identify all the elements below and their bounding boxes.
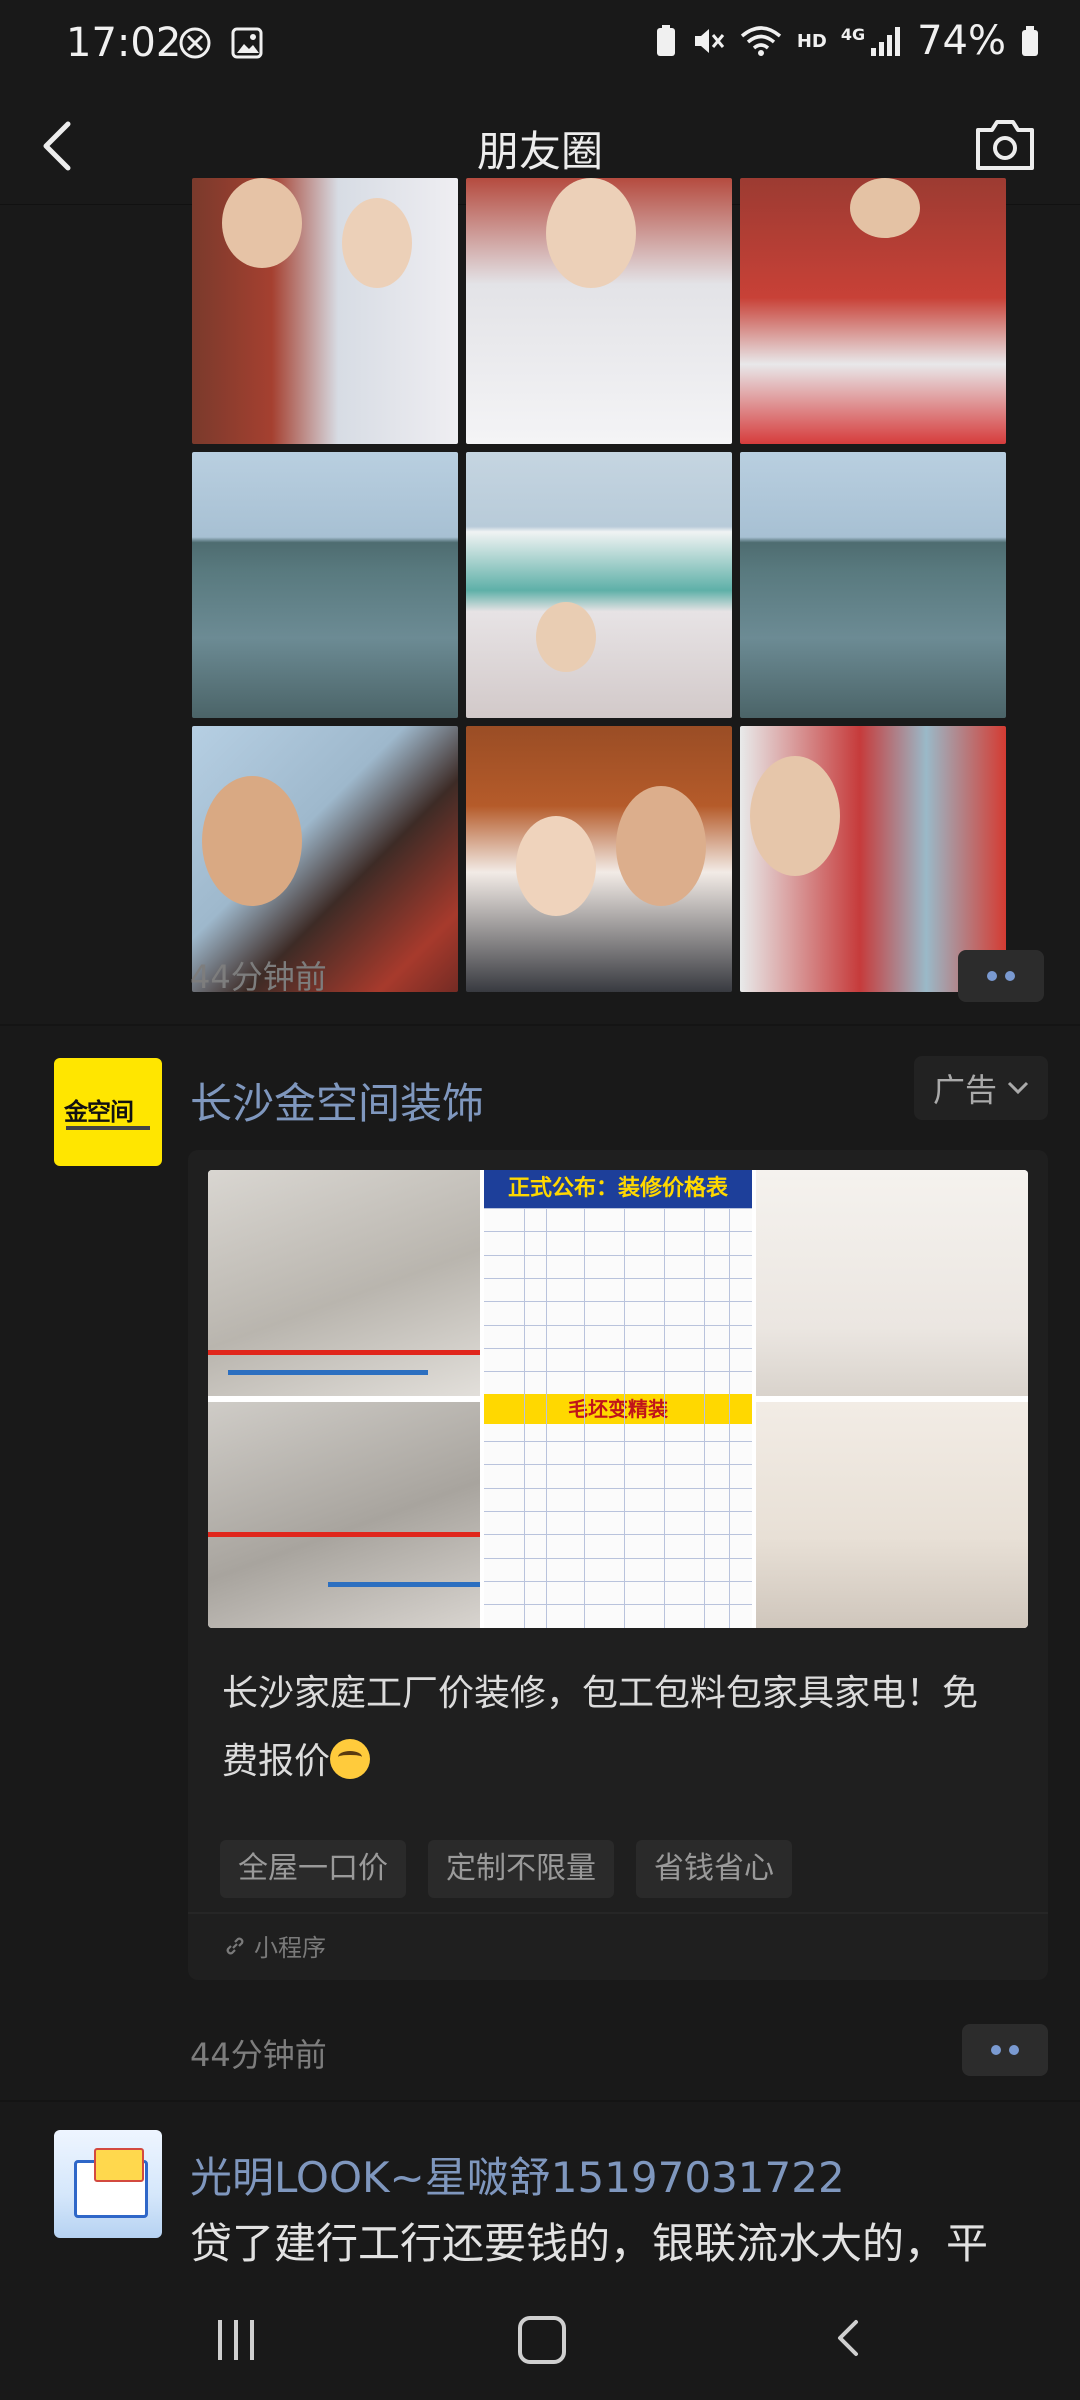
post-timestamp: 44分钟前 [190, 958, 327, 996]
post-author-name[interactable]: 光明LOOK~星啵舒15197031722 [190, 2144, 845, 2205]
moments-feed[interactable]: 44分钟前 金空间 长沙金空间装饰 广告 正式公布：装修价格表 毛坯变精装 长沙… [0, 178, 1080, 2204]
dot-icon [1005, 971, 1015, 981]
recent-apps-icon[interactable] [218, 2320, 266, 2360]
ad-description: 长沙家庭工厂价装修，包工包料包家具家电！免费报价 [222, 1660, 1012, 1796]
post-divider [0, 2100, 1080, 2102]
ad-label-button[interactable]: 广告 [914, 1056, 1048, 1120]
bar-icon [250, 2320, 254, 2360]
dot-icon [991, 2045, 1001, 2055]
pipe-line [208, 1350, 480, 1355]
more-options-button[interactable] [958, 950, 1044, 1002]
price-table: 正式公布：装修价格表 毛坯变精装 [484, 1170, 752, 1628]
network-4g-label: 4G [840, 24, 866, 44]
back-icon[interactable] [832, 2318, 862, 2358]
ad-card[interactable]: 正式公布：装修价格表 毛坯变精装 长沙家庭工厂价装修，包工包料包家具家电！免费报… [188, 1150, 1048, 1980]
battery-percent: 74% [917, 18, 1006, 64]
ad-account-name[interactable]: 长沙金空间装饰 [190, 1070, 484, 1131]
photo-thumbnail[interactable] [466, 726, 732, 992]
interior-photo [756, 1402, 1028, 1628]
price-table-title: 正式公布：装修价格表 [484, 1170, 752, 1208]
photo-thumbnail[interactable] [466, 452, 732, 718]
table-grid-line [729, 1208, 730, 1628]
wifi-icon [740, 26, 781, 56]
camera-icon[interactable] [974, 116, 1036, 174]
status-time: 17:02 [66, 20, 182, 66]
ad-tag-chip[interactable]: 全屋一口价 [220, 1840, 406, 1898]
renovation-photo [208, 1402, 480, 1628]
renovation-photo [208, 1170, 480, 1396]
ad-tag-chip[interactable]: 省钱省心 [636, 1840, 792, 1898]
photo-thumbnail[interactable] [740, 178, 1006, 444]
emoji-icon [330, 1739, 371, 1779]
home-icon[interactable] [518, 2316, 566, 2364]
dot-icon [987, 971, 997, 981]
chevron-down-icon [1007, 1081, 1029, 1095]
ad-label-text: 广告 [932, 1071, 997, 1109]
photo-thumbnail[interactable] [466, 178, 732, 444]
blocked-icon [179, 27, 211, 59]
ad-image[interactable]: 正式公布：装修价格表 毛坯变精装 [208, 1170, 1028, 1628]
table-grid-line [624, 1208, 625, 1628]
pipe-line [228, 1370, 428, 1375]
photo-thumbnail[interactable] [192, 452, 458, 718]
product-box-graphic [94, 2148, 144, 2182]
ad-avatar-underline [66, 1126, 150, 1130]
status-right-icons: HD 4G 74% [655, 18, 1040, 64]
ad-timestamp: 44分钟前 [190, 2036, 327, 2074]
pipe-line [328, 1582, 480, 1587]
mute-icon [694, 29, 724, 53]
network-hd-label: HD [796, 30, 827, 52]
more-options-button[interactable] [962, 2024, 1048, 2076]
photo-grid [192, 178, 1006, 992]
battery-saver-icon [656, 25, 675, 56]
page-title: 朋友圈 [476, 127, 603, 176]
table-grid-line [524, 1208, 525, 1628]
mini-program-link[interactable]: 小程序 [224, 1928, 326, 1963]
ad-tag-chip[interactable]: 定制不限量 [428, 1840, 614, 1898]
table-grid-line [584, 1208, 585, 1628]
interior-photo [756, 1170, 1028, 1396]
link-icon [226, 1937, 244, 1954]
bar-icon [218, 2320, 222, 2360]
signal-icon [871, 27, 901, 56]
bar-icon [234, 2320, 238, 2360]
post-avatar[interactable] [54, 2130, 162, 2238]
ad-avatar-logo-text: 金空间 [64, 1098, 134, 1126]
status-bar: 17:02 HD 4G 74% [0, 0, 1080, 88]
mini-program-label: 小程序 [254, 1934, 326, 1962]
ad-avatar[interactable]: 金空间 [54, 1058, 162, 1166]
table-grid-line [664, 1208, 665, 1628]
photo-thumbnail[interactable] [740, 452, 1006, 718]
dot-icon [1009, 2045, 1019, 2055]
status-notification-icons [178, 26, 264, 60]
post-divider [0, 1024, 1080, 1026]
system-nav-bar [0, 2264, 1080, 2400]
gallery-icon [231, 27, 263, 59]
ad-footer-divider [188, 1912, 1048, 1914]
photo-thumbnail[interactable] [192, 178, 458, 444]
table-grid-line [704, 1208, 705, 1628]
table-grid-line [546, 1208, 547, 1628]
ad-tag-list: 全屋一口价 定制不限量 省钱省心 [220, 1840, 792, 1898]
battery-icon [1022, 26, 1038, 56]
pipe-line [208, 1532, 480, 1537]
